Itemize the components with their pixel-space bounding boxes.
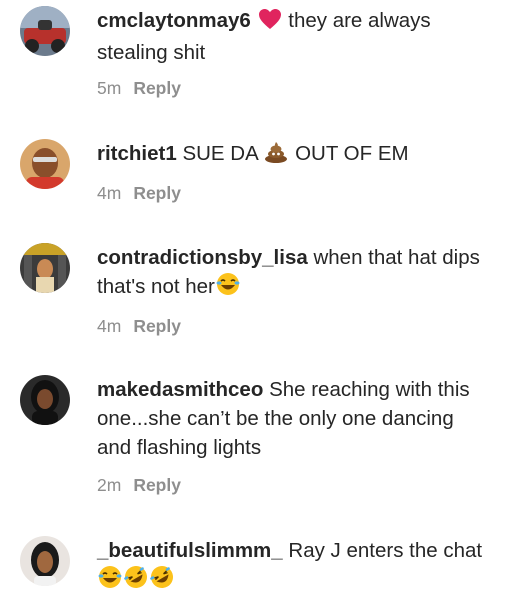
comment-username[interactable]: contradictionsby_lisa [97,246,308,269]
comment-username[interactable]: makedasmithceo [97,378,263,401]
rofl-emoji [124,565,148,597]
comment-meta: 5m Reply [97,77,487,99]
reply-button[interactable]: Reply [133,78,181,98]
laughing-tears-emoji [98,565,122,597]
comment-text: ritchiet1 SUE DA OUT OF EM [97,139,487,171]
comment-body: OUT OF EM [295,142,409,165]
avatar[interactable] [20,375,70,425]
comment-username[interactable]: _beautifulslimmm_ [97,539,283,562]
comment-time: 4m [97,316,122,336]
laughing-tears-emoji [216,272,240,304]
poop-emoji [264,141,288,171]
comment-text: _beautifulslimmm_ Ray J enters the chat [97,536,487,597]
comment-text: makedasmithceo She reaching with this on… [97,375,487,462]
comment-username[interactable]: ritchiet1 [97,142,177,165]
avatar[interactable] [20,6,70,56]
avatar[interactable] [20,139,70,189]
reply-button[interactable]: Reply [133,183,181,203]
comment-text: cmclaytonmay6 they are always stealing s… [97,6,487,67]
comment-body-start: SUE DA [182,142,258,165]
comment-time: 5m [97,78,122,98]
heart-emoji [258,8,282,38]
avatar[interactable] [20,536,70,586]
reply-button[interactable]: Reply [133,316,181,336]
comment-time: 2m [97,475,122,495]
comment-meta: 2m Reply [97,474,487,496]
comment-meta: 4m Reply [97,315,487,337]
comment-text: contradictionsby_lisa when that hat dips… [97,243,487,304]
comment-meta: 4m Reply [97,182,487,204]
comment-time: 4m [97,183,122,203]
comment-body: Ray J enters the chat [288,539,483,562]
comment-username[interactable]: cmclaytonmay6 [97,9,251,32]
rofl-emoji [150,565,174,597]
avatar[interactable] [20,243,70,293]
reply-button[interactable]: Reply [133,475,181,495]
